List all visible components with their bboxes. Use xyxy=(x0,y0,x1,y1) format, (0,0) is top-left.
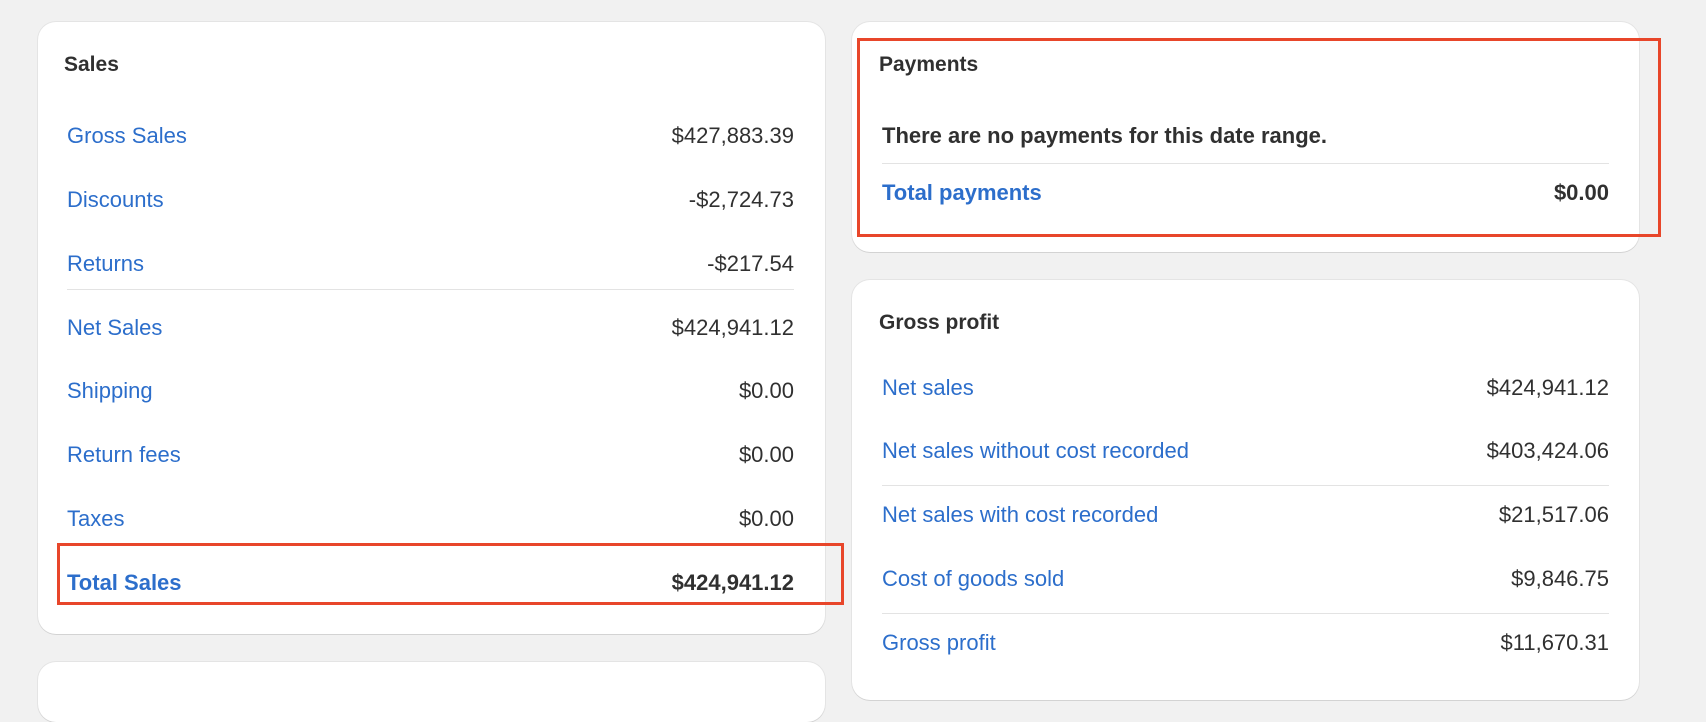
gross-profit-row-without-cost: Net sales without cost recorded $403,424… xyxy=(882,431,1609,471)
next-card xyxy=(38,662,825,722)
gross-profit-row-net-sales: Net sales $424,941.12 xyxy=(882,368,1609,408)
gp-net-sales-value: $424,941.12 xyxy=(1486,375,1609,400)
sales-row-shipping: Shipping $0.00 xyxy=(67,371,794,411)
net-sales-value: $424,941.12 xyxy=(671,315,794,340)
sales-row-taxes: Taxes $0.00 xyxy=(67,499,794,539)
net-sales-with-cost-value: $21,517.06 xyxy=(1498,502,1609,527)
payments-highlight-box xyxy=(857,38,1661,237)
return-fees-link[interactable]: Return fees xyxy=(67,442,181,468)
gross-profit-value: $11,670.31 xyxy=(1500,630,1609,655)
sales-divider xyxy=(67,289,794,290)
net-sales-with-cost-link[interactable]: Net sales with cost recorded xyxy=(882,502,1158,528)
gross-profit-divider-1 xyxy=(882,485,1609,486)
net-sales-link[interactable]: Net Sales xyxy=(67,315,162,341)
gross-profit-row-gross-profit: Gross profit $11,670.31 xyxy=(882,623,1609,663)
returns-link[interactable]: Returns xyxy=(67,251,144,277)
shipping-link[interactable]: Shipping xyxy=(67,378,153,404)
taxes-value: $0.00 xyxy=(738,506,794,531)
cost-of-goods-sold-value: $9,846.75 xyxy=(1511,566,1609,591)
sales-row-discounts: Discounts -$2,724.73 xyxy=(67,180,794,220)
gross-profit-row-with-cost: Net sales with cost recorded $21,517.06 xyxy=(882,495,1609,535)
gp-net-sales-link[interactable]: Net sales xyxy=(882,375,974,401)
net-sales-without-cost-link[interactable]: Net sales without cost recorded xyxy=(882,438,1189,464)
payments-card: Payments There are no payments for this … xyxy=(852,22,1661,252)
sales-card: Sales Gross Sales $427,883.39 Discounts … xyxy=(38,22,844,634)
sales-card-title: Sales xyxy=(64,53,119,76)
gross-profit-card-title: Gross profit xyxy=(879,311,1000,334)
returns-value: -$217.54 xyxy=(707,251,794,276)
sales-row-return-fees: Return fees $0.00 xyxy=(67,435,794,475)
sales-row-returns: Returns -$217.54 xyxy=(67,244,794,284)
gross-profit-link[interactable]: Gross profit xyxy=(882,630,996,656)
gross-sales-value: $427,883.39 xyxy=(671,123,794,148)
discounts-link[interactable]: Discounts xyxy=(67,187,164,213)
discounts-value: -$2,724.73 xyxy=(688,187,794,212)
gross-profit-divider-2 xyxy=(882,613,1609,614)
shipping-value: $0.00 xyxy=(738,378,794,403)
gross-profit-card: Gross profit Net sales $424,941.12 Net s… xyxy=(852,280,1639,700)
cost-of-goods-sold-link[interactable]: Cost of goods sold xyxy=(882,566,1064,592)
taxes-link[interactable]: Taxes xyxy=(67,506,124,532)
gross-sales-link[interactable]: Gross Sales xyxy=(67,123,187,149)
gross-profit-row-cogs: Cost of goods sold $9,846.75 xyxy=(882,559,1609,599)
net-sales-without-cost-value: $403,424.06 xyxy=(1486,438,1609,463)
sales-row-gross-sales: Gross Sales $427,883.39 xyxy=(67,116,794,156)
return-fees-value: $0.00 xyxy=(738,442,794,467)
sales-row-net-sales: Net Sales $424,941.12 xyxy=(67,308,794,348)
total-sales-highlight-box xyxy=(57,543,844,605)
